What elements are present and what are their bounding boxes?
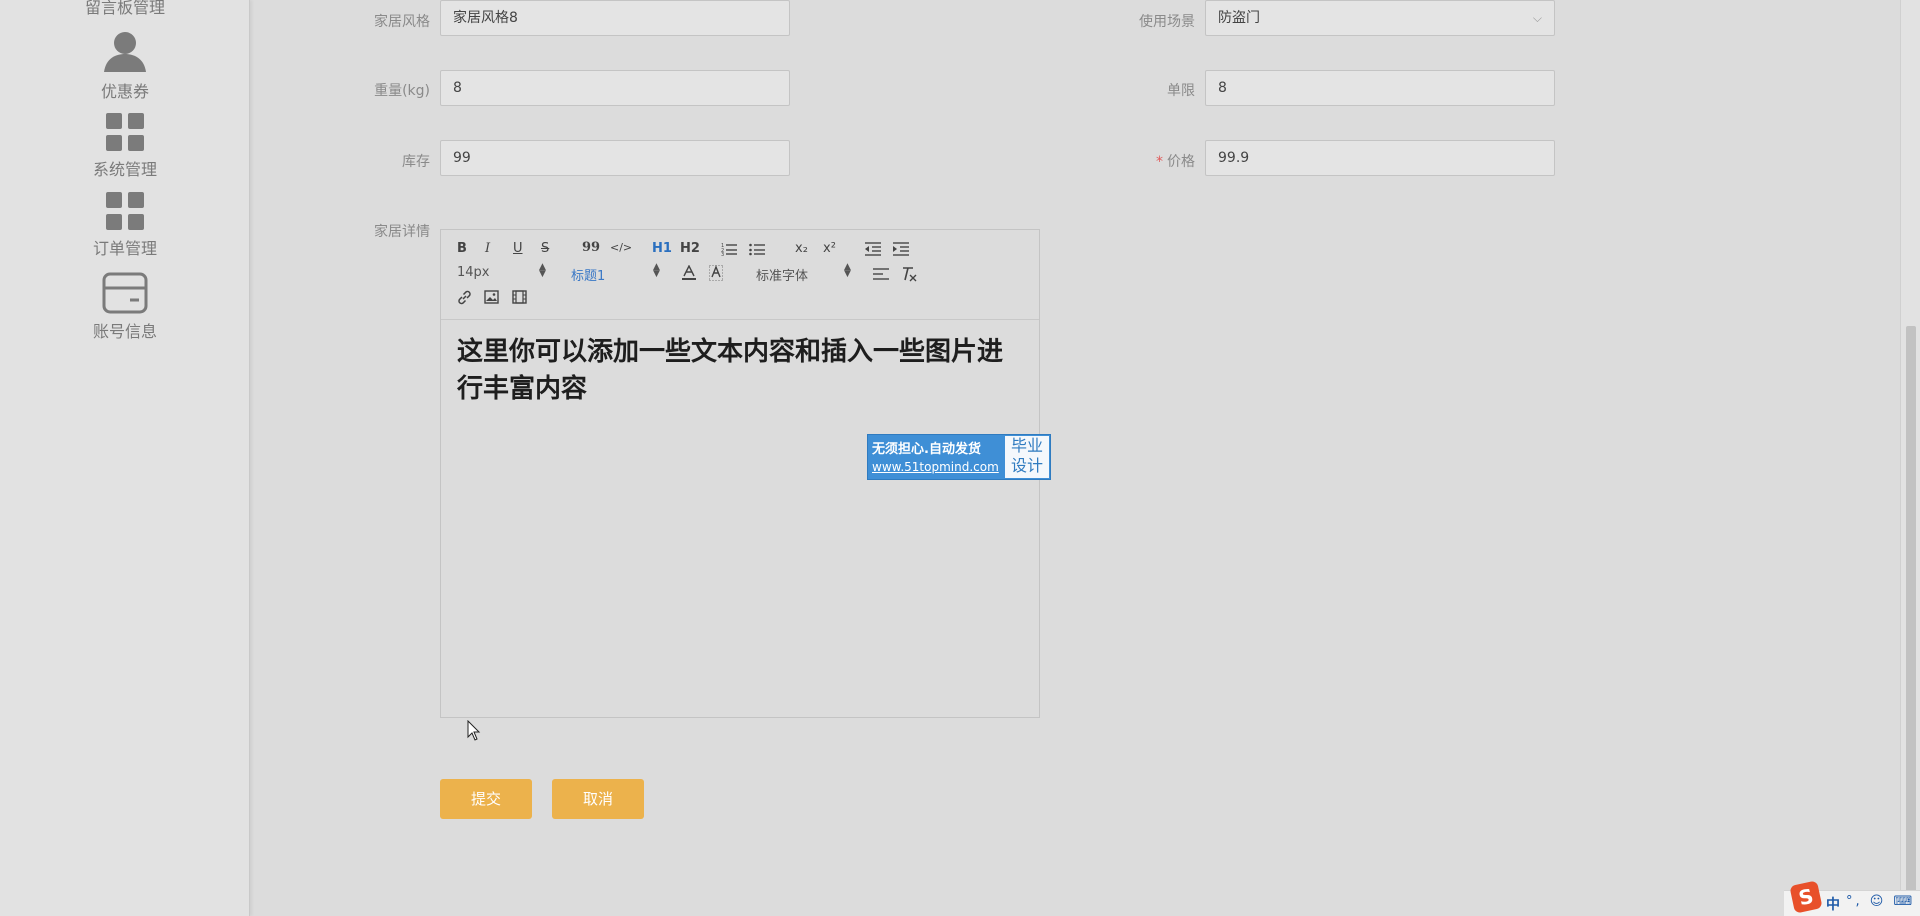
code-button[interactable]: </> [610, 241, 632, 254]
superscript-button[interactable]: x² [823, 241, 836, 256]
sidebar-item-message-board[interactable]: 留言板管理 [0, 0, 250, 18]
price-input[interactable]: 99.9 [1205, 140, 1555, 176]
scene-value: 防盗门 [1218, 10, 1260, 26]
svg-text:3: 3 [721, 252, 724, 256]
stock-label: 库存 [402, 154, 430, 170]
scrollbar-thumb[interactable] [1906, 326, 1916, 916]
scene-label: 使用场景 [1139, 14, 1195, 30]
sidebar-item-label: 优惠券 [100, 82, 149, 101]
updown-icon: ▲ ▼ [539, 262, 546, 279]
sidebar-item-orders[interactable]: 订单管理 [0, 191, 250, 259]
page-scrollbar[interactable] [1900, 0, 1920, 916]
submit-button[interactable]: 提交 [440, 779, 532, 819]
ordered-list-icon[interactable]: 1 2 3 [721, 242, 737, 256]
sogou-logo-icon[interactable]: S [1789, 880, 1823, 914]
h2-button[interactable]: H2 [680, 241, 700, 256]
link-icon[interactable] [457, 290, 472, 305]
scene-select[interactable]: 防盗门 ⌵ [1205, 0, 1555, 36]
limit-label: 单限 [1167, 83, 1195, 99]
weight-input[interactable]: 8 [440, 70, 790, 106]
video-icon[interactable] [512, 290, 527, 304]
font-family-select[interactable]: 标准字体 ▲ ▼ [756, 262, 851, 285]
required-mark: * [1156, 154, 1163, 170]
strike-button[interactable]: S [541, 241, 549, 256]
user-icon [104, 32, 146, 72]
underline-button[interactable]: U [513, 241, 523, 256]
clear-format-icon[interactable] [901, 266, 917, 282]
subscript-button[interactable]: x₂ [795, 241, 808, 256]
ime-mode[interactable]: 中 [1826, 894, 1840, 914]
price-label-text: 价格 [1167, 154, 1195, 170]
badge-side: 毕业 设计 [1005, 436, 1049, 478]
sidebar-item-label: 系统管理 [92, 160, 157, 179]
mouse-cursor-icon [467, 720, 481, 741]
outdent-icon[interactable] [865, 242, 881, 256]
sidebar: 留言板管理 优惠券 系统管理 订单管理 账号信息 [0, 0, 250, 916]
ime-tool-icons[interactable]: °, ☺ ⌨ [1846, 894, 1915, 909]
image-icon[interactable] [484, 290, 499, 304]
font-color-icon[interactable] [682, 265, 696, 281]
font-size-select[interactable]: 14px ▲ ▼ [457, 262, 547, 281]
grid-icon [106, 192, 144, 230]
italic-button[interactable]: I [485, 241, 490, 256]
h1-button[interactable]: H1 [652, 241, 672, 256]
stock-input[interactable]: 99 [440, 140, 790, 176]
updown-icon: ▲ ▼ [653, 262, 660, 279]
sidebar-item-system[interactable]: 系统管理 [0, 112, 250, 180]
bullet-list-icon[interactable] [749, 242, 765, 256]
badge-side-top: 毕业 [1010, 436, 1043, 455]
sidebar-item-account[interactable]: 账号信息 [0, 272, 250, 342]
chevron-down-icon: ⌵ [1532, 11, 1542, 25]
badge-side-bottom: 设计 [1010, 456, 1043, 475]
align-icon[interactable] [873, 267, 889, 281]
badge-line1: 无须担心.自动发货 [872, 442, 981, 457]
indent-icon[interactable] [893, 242, 909, 256]
detail-label: 家居详情 [374, 224, 430, 240]
sidebar-item-coupons[interactable]: 优惠券 [0, 30, 250, 102]
updown-icon: ▲ ▼ [844, 262, 851, 279]
font-family-value: 标准字体 [756, 269, 809, 284]
ime-tray: S 中 °, ☺ ⌨ [1784, 880, 1920, 916]
editor-toolbar: B I U S 99 </> H1 H2 1 2 3 x₂ x² 14px ▲ … [441, 230, 1039, 320]
editor-content[interactable]: 这里你可以添加一些文本内容和插入一些图片进行丰富内容 [457, 334, 1027, 408]
sidebar-item-label: 订单管理 [92, 239, 157, 258]
font-size-value: 14px [457, 265, 490, 280]
cancel-button[interactable]: 取消 [552, 779, 644, 819]
weight-label: 重量(kg) [374, 83, 430, 99]
sidebar-item-label: 账号信息 [92, 322, 157, 341]
card-icon [102, 272, 148, 314]
grid-icon [106, 113, 144, 151]
price-label: * 价格 [1075, 151, 1195, 171]
style-label: 家居风格 [374, 14, 430, 30]
watermark-badge: 无须担心.自动发货 www.51topmind.com 毕业 设计 [867, 434, 1051, 480]
header-select[interactable]: 标题1 ▲ ▼ [571, 262, 661, 285]
blockquote-button[interactable]: 99 [582, 240, 600, 255]
header-value: 标题1 [571, 269, 606, 284]
badge-text: 无须担心.自动发货 www.51topmind.com [872, 438, 1008, 474]
background-color-icon[interactable] [709, 265, 723, 281]
limit-input[interactable]: 8 [1205, 70, 1555, 106]
bold-button[interactable]: B [457, 241, 467, 256]
badge-link[interactable]: www.51topmind.com [872, 460, 1008, 474]
style-input[interactable]: 家居风格8 [440, 0, 790, 36]
